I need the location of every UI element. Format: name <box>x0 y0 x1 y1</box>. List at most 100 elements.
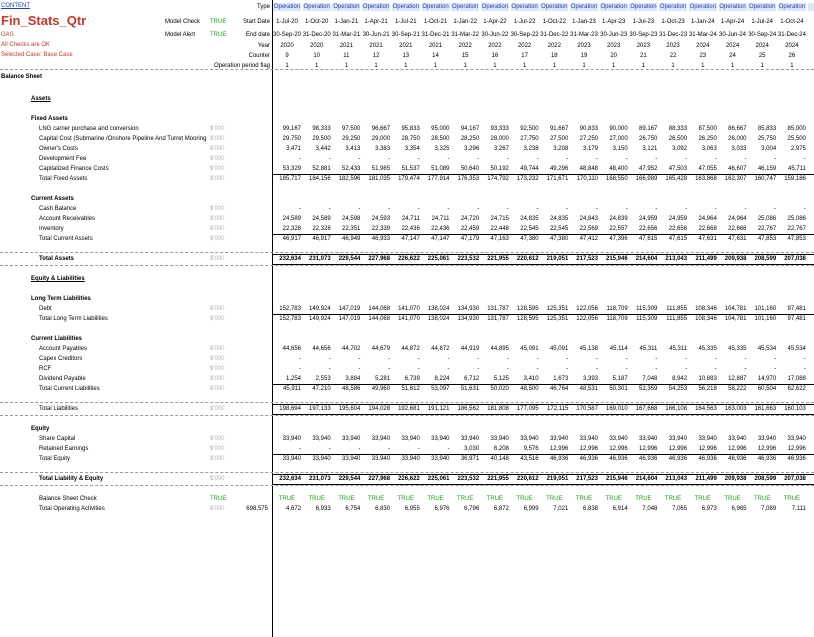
value-cell: 47,631 <box>698 236 717 242</box>
value-cell: - <box>328 356 331 362</box>
value-cell: 43,516 <box>520 456 539 462</box>
value-cell: TRUE <box>308 496 325 502</box>
end-date-cell: 30-Jun-24 <box>718 32 747 38</box>
value-cell: 24,589 <box>312 216 331 222</box>
value-cell: 22,328 <box>312 226 331 232</box>
row-separator <box>0 402 814 403</box>
value-cell: - <box>566 366 569 372</box>
value-cell: 185,717 <box>279 176 301 182</box>
value-cell: 22,328 <box>282 226 301 232</box>
row-label: Total Long Term Liabilities <box>39 316 108 322</box>
value-cell: 45,911 <box>283 386 301 392</box>
total-rule <box>273 234 814 235</box>
value-cell: 47,853 <box>787 236 806 242</box>
counter-cell: 23 <box>699 53 707 59</box>
value-cell: 25,086 <box>757 216 777 222</box>
balance-sheet-title: Balance Sheet <box>1 74 43 80</box>
value-cell: 3,179 <box>582 146 598 152</box>
value-cell: 44,679 <box>371 346 391 352</box>
spacer-row <box>0 284 814 294</box>
period-type-cell: Operation <box>362 3 391 11</box>
row-label: Capitalized Finance Costs <box>39 166 109 172</box>
value-cell: - <box>447 206 450 212</box>
value-cell: 62,622 <box>787 386 806 392</box>
value-cell: - <box>388 206 391 212</box>
value-cell: TRUE <box>338 496 355 502</box>
value-cell: 24,593 <box>371 216 391 222</box>
value-cell: 8,224 <box>434 376 450 382</box>
value-cell: - <box>714 366 717 372</box>
row-unit: $'000 <box>210 146 225 152</box>
value-cell: 104,781 <box>724 316 747 322</box>
value-cell: 24,720 <box>460 216 480 222</box>
value-cell: 47,853 <box>757 236 777 242</box>
year-cell: 2022 <box>547 43 561 49</box>
row-unit: $'000 <box>210 346 225 352</box>
table-row: Development Fee $'000 - - - - - - - - - - - - - - - - - - <box>0 154 814 164</box>
row-unit: $'000 <box>210 376 225 382</box>
value-cell: - <box>358 206 361 212</box>
value-cell: 26,500 <box>668 136 688 142</box>
year-cell: 2021 <box>428 43 443 49</box>
value-cell: - <box>685 366 688 372</box>
table-row: Total Fixed Assets $'000 185,717 184,156 182… <box>0 174 814 184</box>
row-unit: $'000 <box>210 156 225 162</box>
start-date-cell: 1-Apr-21 <box>364 19 388 25</box>
table-row: Share Capital $'000 33,940 33,940 33,940 33,9… <box>0 434 814 444</box>
value-cell: - <box>358 446 361 452</box>
row-label: Cash Balance <box>39 206 77 212</box>
value-cell: 6,754 <box>345 506 361 512</box>
value-cell: 17,088 <box>787 376 806 382</box>
value-cell: 97,481 <box>787 316 806 322</box>
value-cell: - <box>803 366 806 372</box>
value-cell: - <box>774 366 777 372</box>
row-unit: $'000 <box>210 226 225 232</box>
value-cell: TRUE <box>516 496 533 502</box>
row-unit: $'000 <box>210 476 225 482</box>
value-cell: 51,537 <box>401 166 420 172</box>
content-link[interactable]: CONTENT <box>1 2 30 10</box>
value-cell: 24,835 <box>520 216 539 222</box>
value-cell: 95,833 <box>401 126 420 132</box>
value-cell: 12,996 <box>668 446 688 452</box>
value-cell: 24,839 <box>609 216 628 222</box>
period-type-cell: Operation <box>391 3 420 11</box>
year-cell: 2024 <box>755 43 769 49</box>
year-cell: 2022 <box>458 43 472 49</box>
period-type-cell: Operation <box>540 3 569 11</box>
value-cell: 40,148 <box>490 456 509 462</box>
value-cell: 44,872 <box>401 346 420 352</box>
value-cell: 22,459 <box>460 226 480 232</box>
value-cell: 118,709 <box>606 316 628 322</box>
row-unit: $'000 <box>210 216 225 222</box>
value-cell: 44,702 <box>342 346 361 352</box>
period-type-cell: Operation <box>748 3 777 11</box>
value-cell: 96,667 <box>371 126 391 132</box>
value-cell: 44,895 <box>490 346 509 352</box>
value-cell: 1,254 <box>285 376 301 382</box>
year-cell: 2023 <box>636 43 651 49</box>
value-cell: 131,787 <box>487 316 509 322</box>
start-date-cell: 1-Apr-24 <box>720 19 745 25</box>
year-cell: 20 <box>808 42 814 50</box>
value-cell: TRUE <box>783 496 801 502</box>
gas-label: GAS <box>1 32 14 38</box>
value-cell: - <box>655 366 658 372</box>
value-cell: 152,783 <box>279 306 301 312</box>
start-date-label: Start Date <box>242 19 270 25</box>
value-cell: - <box>328 446 331 452</box>
value-cell: 33,940 <box>460 436 480 442</box>
value-cell: 115,309 <box>636 306 658 312</box>
value-cell: 160,747 <box>754 176 777 182</box>
section-row: Current Assets <box>0 194 814 204</box>
value-cell: - <box>417 156 420 162</box>
value-cell: 47,380 <box>520 236 539 242</box>
value-cell: 4 <box>808 455 814 463</box>
value-cell: 51,089 <box>431 166 450 172</box>
value-cell: 26,750 <box>639 136 658 142</box>
table-row: Balance Sheet Check TRUE TRUE TRUE TRUE TRUE T… <box>0 494 814 504</box>
row-unit: $'000 <box>210 456 225 462</box>
value-cell: 22,569 <box>579 226 598 232</box>
value-cell: 6,965 <box>731 506 747 512</box>
value-cell: 147,019 <box>338 306 361 312</box>
